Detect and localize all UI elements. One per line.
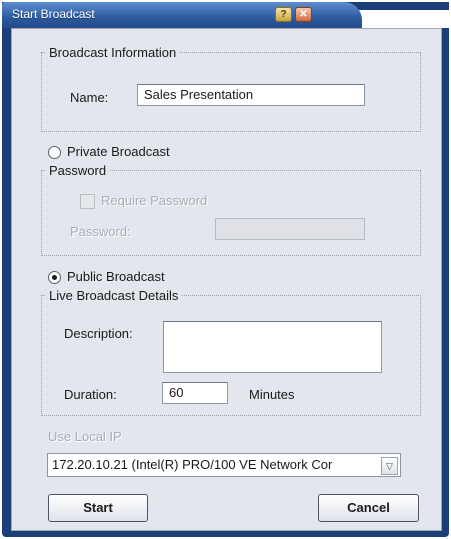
window-title: Start Broadcast [12,7,95,21]
description-field[interactable] [163,321,382,373]
dialog-body: Broadcast Information Name: Sales Presen… [11,28,442,531]
description-label: Description: [64,326,133,341]
duration-field[interactable]: 60 [162,382,228,404]
private-broadcast-radio[interactable] [48,146,61,159]
public-broadcast-label[interactable]: Public Broadcast [67,269,165,284]
title-bar[interactable]: Start Broadcast ? ✕ [2,2,449,28]
start-button[interactable]: Start [48,494,148,522]
private-broadcast-label[interactable]: Private Broadcast [67,144,170,159]
cancel-button[interactable]: Cancel [318,494,419,522]
require-password-checkbox[interactable] [80,194,95,209]
help-icon[interactable]: ? [275,7,292,22]
password-group: Password [41,163,421,256]
local-ip-selected-value: 172.20.10.21 (Intel(R) PRO/100 VE Networ… [52,457,333,472]
password-field[interactable] [215,218,365,240]
duration-label: Duration: [64,387,117,402]
close-icon[interactable]: ✕ [295,7,312,22]
public-broadcast-radio[interactable] [48,271,61,284]
use-local-ip-label: Use Local IP [48,429,122,444]
password-label: Password: [70,224,131,239]
name-field[interactable]: Sales Presentation [137,84,365,106]
minutes-label: Minutes [249,387,295,402]
require-password-label: Require Password [101,193,208,208]
broadcast-information-legend: Broadcast Information [49,45,177,60]
chevron-down-icon[interactable]: ▽ [381,457,398,475]
name-label: Name: [70,90,109,105]
local-ip-select[interactable]: 172.20.10.21 (Intel(R) PRO/100 VE Networ… [47,453,401,477]
live-broadcast-details-legend: Live Broadcast Details [49,288,179,303]
radio-selected-dot [52,275,57,280]
password-legend: Password [49,163,107,178]
start-broadcast-dialog: Start Broadcast ? ✕ Broadcast Informatio… [2,2,449,537]
